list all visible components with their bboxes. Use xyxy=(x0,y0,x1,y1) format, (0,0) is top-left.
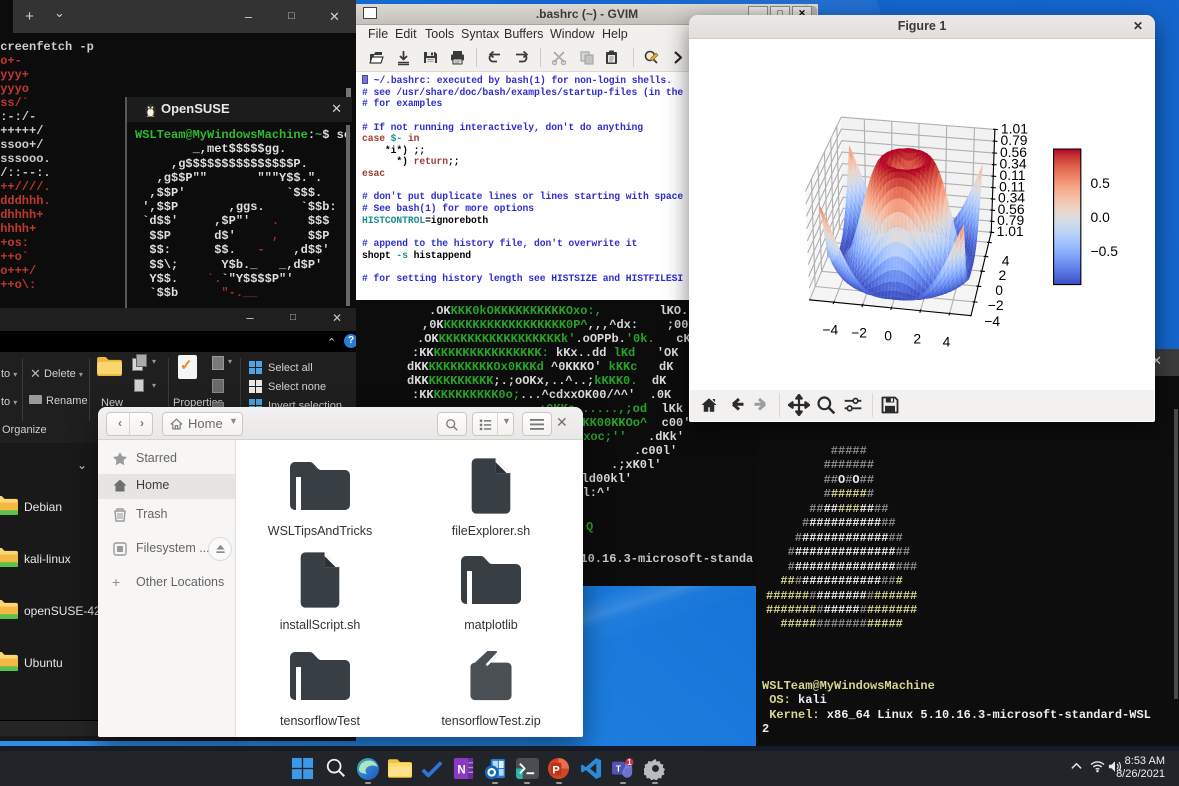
svg-text:P: P xyxy=(552,764,559,776)
svg-text:1: 1 xyxy=(627,758,632,767)
svg-text:−0.5: −0.5 xyxy=(1091,243,1119,259)
svg-text:−4: −4 xyxy=(822,322,838,338)
svg-text:0.5: 0.5 xyxy=(1091,175,1111,191)
svg-text:0: 0 xyxy=(884,328,892,344)
svg-text:0.0: 0.0 xyxy=(1091,209,1111,225)
svg-text:−4: −4 xyxy=(984,313,1000,329)
svg-text:2: 2 xyxy=(999,267,1007,283)
svg-text:−2: −2 xyxy=(988,297,1004,313)
svg-text:T: T xyxy=(616,763,622,773)
svg-text:2: 2 xyxy=(913,330,921,346)
svg-text:1.01: 1.01 xyxy=(1001,120,1028,136)
svg-text:−2: −2 xyxy=(851,325,867,341)
svg-text:4: 4 xyxy=(1002,253,1010,269)
svg-text:N: N xyxy=(457,764,465,776)
svg-text:4: 4 xyxy=(943,333,951,349)
svg-text:0: 0 xyxy=(995,282,1003,298)
